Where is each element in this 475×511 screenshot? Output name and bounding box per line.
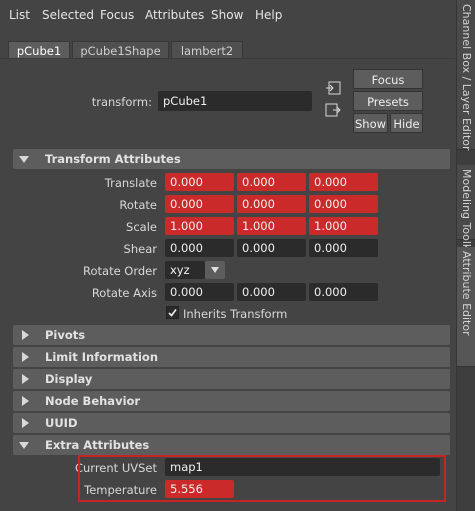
- rotate-order-value: xyz: [170, 263, 190, 277]
- shear-z-field[interactable]: 0.000: [309, 239, 378, 257]
- collapse-arrow-icon: [19, 442, 29, 449]
- rotate-x-field[interactable]: 0.000: [165, 195, 234, 213]
- shear-y-field[interactable]: 0.000: [237, 239, 306, 257]
- focus-button[interactable]: Focus: [353, 69, 423, 89]
- section-title: UUID: [45, 416, 78, 430]
- expand-arrow-icon: [22, 374, 29, 384]
- expand-arrow-icon: [22, 418, 29, 428]
- shear-x-field[interactable]: 0.000: [165, 239, 234, 257]
- section-title: Transform Attributes: [45, 152, 181, 166]
- menu-bar: List Selected Focus Attributes Show Help: [0, 0, 455, 30]
- translate-z-field[interactable]: 0.000: [309, 173, 378, 191]
- section-transform-attributes[interactable]: Transform Attributes: [13, 149, 450, 169]
- expand-arrow-icon: [22, 396, 29, 406]
- chevron-down-icon: [211, 267, 219, 273]
- expand-arrow-icon: [22, 352, 29, 362]
- section-limit-information[interactable]: Limit Information: [13, 347, 450, 367]
- menu-show[interactable]: Show: [211, 8, 243, 22]
- highlight-box: [78, 455, 446, 502]
- checkmark-icon: [168, 309, 177, 317]
- presets-button[interactable]: Presets: [353, 91, 423, 111]
- rotate-label: Rotate: [119, 198, 157, 212]
- rotate-y-field[interactable]: 0.000: [237, 195, 306, 213]
- input-connection-icon[interactable]: [325, 81, 341, 95]
- collapse-arrow-icon: [19, 156, 29, 163]
- side-tab-label: Modeling Toolkit: [460, 169, 473, 258]
- section-title: Extra Attributes: [45, 438, 150, 452]
- section-display[interactable]: Display: [13, 369, 450, 389]
- scale-label: Scale: [126, 220, 157, 234]
- scale-y-field[interactable]: 1.000: [237, 217, 306, 235]
- side-tab-label: Attribute Editor: [460, 251, 473, 336]
- side-tab-attribute-editor[interactable]: Attribute Editor: [457, 247, 475, 367]
- tab-lambert2[interactable]: lambert2: [171, 41, 243, 59]
- section-extra-attributes[interactable]: Extra Attributes: [13, 435, 450, 455]
- tab-pcube1shape[interactable]: pCube1Shape: [72, 41, 169, 59]
- hide-button[interactable]: Hide: [390, 113, 423, 133]
- side-tab-label: Channel Box / Layer Editor: [460, 4, 473, 151]
- rotate-order-dropdown-button[interactable]: [205, 261, 225, 279]
- tab-pcube1[interactable]: pCube1: [8, 41, 70, 59]
- show-button[interactable]: Show: [353, 113, 388, 133]
- shear-label: Shear: [123, 242, 157, 256]
- rotate-order-dropdown[interactable]: xyz: [165, 261, 205, 279]
- scale-z-field[interactable]: 1.000: [309, 217, 378, 235]
- menu-attributes[interactable]: Attributes: [145, 8, 204, 22]
- output-connection-icon[interactable]: [325, 103, 341, 117]
- rotate-axis-label: Rotate Axis: [91, 286, 157, 300]
- section-title: Pivots: [45, 328, 86, 342]
- side-tab-channel-box[interactable]: Channel Box / Layer Editor: [457, 0, 475, 151]
- side-tab-bar: Channel Box / Layer Editor Modeling Tool…: [456, 0, 475, 511]
- section-uuid[interactable]: UUID: [13, 413, 450, 433]
- rotate-z-field[interactable]: 0.000: [309, 195, 378, 213]
- transform-name-field[interactable]: pCube1: [158, 91, 312, 111]
- menu-selected[interactable]: Selected: [42, 8, 94, 22]
- scale-x-field[interactable]: 1.000: [165, 217, 234, 235]
- inherits-transform-label: Inherits Transform: [183, 307, 288, 321]
- rotate-axis-y-field[interactable]: 0.000: [237, 283, 306, 301]
- expand-arrow-icon: [22, 330, 29, 340]
- section-node-behavior[interactable]: Node Behavior: [13, 391, 450, 411]
- side-tab-modeling-toolkit[interactable]: Modeling Toolkit: [457, 165, 475, 258]
- rotate-axis-z-field[interactable]: 0.000: [309, 283, 378, 301]
- menu-focus[interactable]: Focus: [100, 8, 134, 22]
- section-title: Node Behavior: [45, 394, 141, 408]
- inherits-transform-checkbox[interactable]: [166, 306, 179, 319]
- menu-list[interactable]: List: [9, 8, 30, 22]
- section-pivots[interactable]: Pivots: [13, 325, 450, 345]
- menu-help[interactable]: Help: [255, 8, 282, 22]
- rotate-axis-x-field[interactable]: 0.000: [165, 283, 234, 301]
- translate-y-field[interactable]: 0.000: [237, 173, 306, 191]
- section-title: Limit Information: [45, 350, 159, 364]
- section-title: Display: [45, 372, 93, 386]
- rotate-order-label: Rotate Order: [83, 264, 157, 278]
- translate-x-field[interactable]: 0.000: [165, 173, 234, 191]
- transform-label: transform:: [91, 95, 152, 109]
- translate-label: Translate: [104, 176, 157, 190]
